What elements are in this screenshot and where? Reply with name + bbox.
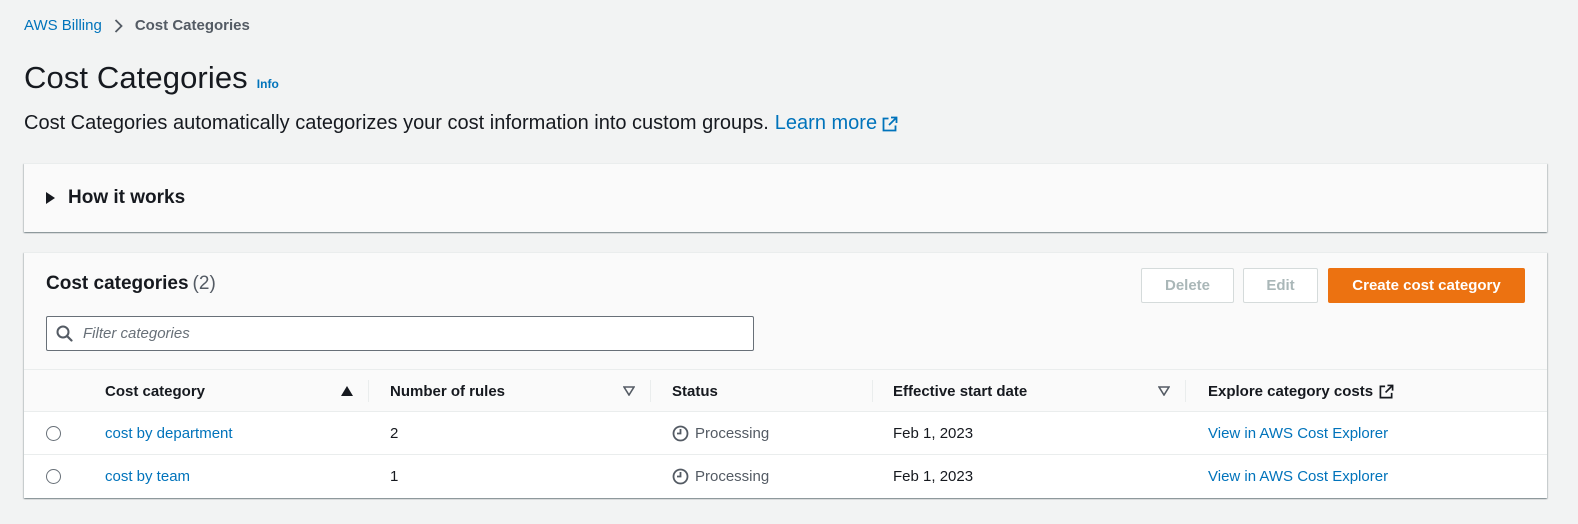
- status-cell: Processing: [672, 412, 769, 455]
- how-it-works-label: How it works: [68, 187, 186, 208]
- radio-button[interactable]: [46, 469, 61, 484]
- external-link-icon: [1379, 384, 1394, 398]
- table-row: cost by team 1 Processing Feb 1, 2023 Vi…: [24, 455, 1547, 498]
- row-select-radio[interactable]: [46, 412, 61, 455]
- filter-categories-input[interactable]: [83, 325, 723, 342]
- edit-button[interactable]: Edit: [1243, 268, 1318, 303]
- learn-more-link[interactable]: Learn more: [775, 112, 898, 135]
- description-text: Cost Categories automatically categorize…: [24, 112, 769, 134]
- column-header-effective-start-date[interactable]: Effective start date: [893, 370, 1027, 412]
- cost-categories-table: Cost category Number of rules Status Eff…: [24, 369, 1547, 498]
- sort-descending-icon[interactable]: [1158, 386, 1170, 396]
- view-in-cost-explorer-link[interactable]: View in AWS Cost Explorer: [1208, 425, 1388, 442]
- clock-icon: [672, 425, 689, 442]
- page-description: Cost Categories automatically categorize…: [24, 112, 898, 135]
- column-header-status: Status: [672, 382, 718, 400]
- breadcrumb-aws-billing[interactable]: AWS Billing: [24, 17, 102, 34]
- column-divider: [650, 380, 651, 402]
- search-icon: [56, 325, 73, 342]
- create-cost-category-button[interactable]: Create cost category: [1328, 268, 1525, 303]
- table-row: cost by department 2 Processing Feb 1, 2…: [24, 412, 1547, 455]
- sort-ascending-icon[interactable]: [341, 386, 353, 396]
- breadcrumb: AWS Billing Cost Categories: [24, 17, 250, 34]
- cost-category-link[interactable]: cost by team: [105, 468, 190, 485]
- radio-button[interactable]: [46, 426, 61, 441]
- column-header-cost-category[interactable]: Cost category: [105, 370, 205, 412]
- row-select-radio[interactable]: [46, 455, 61, 498]
- table-title-text: Cost categories: [46, 273, 189, 294]
- sort-descending-icon[interactable]: [623, 386, 635, 396]
- status-cell: Processing: [672, 455, 769, 498]
- clock-icon: [672, 468, 689, 485]
- cost-category-link[interactable]: cost by department: [105, 425, 233, 442]
- table-title: Cost categories (2): [46, 273, 216, 295]
- learn-more-label: Learn more: [774, 112, 878, 134]
- info-link[interactable]: Info: [257, 77, 279, 91]
- rules-count: 1: [390, 468, 399, 485]
- table-count: (2): [192, 273, 216, 294]
- how-it-works-expander[interactable]: How it works: [24, 163, 1547, 232]
- view-in-cost-explorer-link[interactable]: View in AWS Cost Explorer: [1208, 468, 1388, 485]
- status-text: Processing: [695, 425, 770, 442]
- cost-categories-table-card: Cost categories (2) Delete Edit Create co…: [24, 252, 1547, 498]
- page-header: Cost Categories Info: [24, 60, 279, 96]
- page-title: Cost Categories: [24, 60, 248, 95]
- start-date: Feb 1, 2023: [893, 468, 974, 485]
- start-date: Feb 1, 2023: [893, 425, 974, 442]
- column-header-explore-category-costs: Explore category costs: [1208, 370, 1394, 412]
- delete-button[interactable]: Delete: [1141, 268, 1234, 303]
- external-link-icon: [882, 116, 898, 131]
- breadcrumb-current: Cost Categories: [134, 17, 250, 34]
- caret-right-icon: [46, 192, 55, 204]
- table-header-row: Cost category Number of rules Status Eff…: [24, 369, 1547, 412]
- explore-header-label: Explore category costs: [1208, 382, 1374, 400]
- column-header-number-of-rules[interactable]: Number of rules: [390, 370, 505, 412]
- column-divider: [368, 380, 369, 402]
- rules-count: 2: [390, 425, 399, 442]
- column-divider: [872, 380, 873, 402]
- filter-field: [46, 316, 754, 351]
- column-divider: [1185, 380, 1186, 402]
- status-text: Processing: [695, 468, 770, 485]
- chevron-right-icon: [114, 18, 123, 33]
